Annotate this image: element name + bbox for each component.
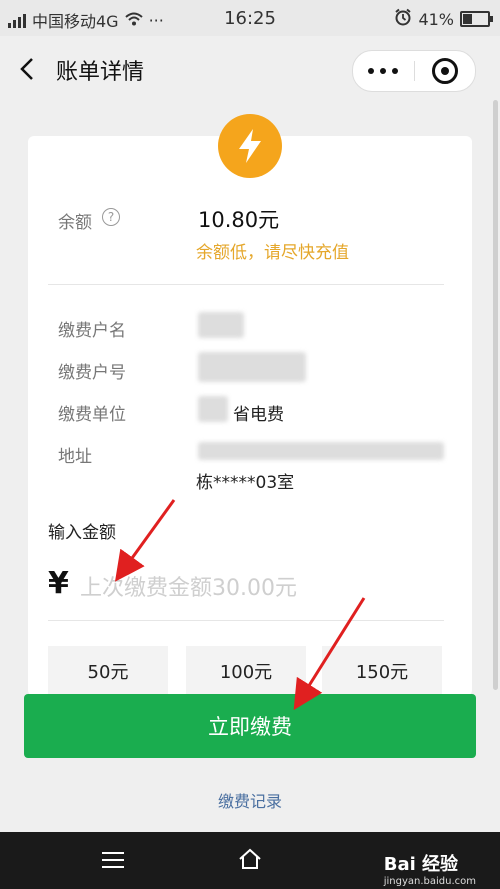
redacted-address	[198, 442, 444, 460]
status-bar: 中国移动4G ··· 16:25 41%	[0, 0, 500, 36]
menu-icon[interactable]	[102, 852, 124, 868]
payment-unit-label: 缴费单位	[58, 405, 126, 425]
system-nav-bar: Bai 经验 jingyan.baidu.com	[0, 832, 500, 889]
amount-input[interactable]: 上次缴费金额30.00元	[80, 570, 297, 602]
alarm-icon	[394, 8, 412, 30]
input-underline	[48, 620, 444, 621]
target-close-icon[interactable]	[415, 51, 476, 91]
redacted-account-number	[198, 352, 306, 382]
battery-level	[463, 14, 473, 24]
address-value: 栋*****03室	[196, 473, 295, 493]
input-amount-label: 输入金额	[48, 523, 116, 543]
low-balance-tip: 余额低，请尽快充值	[196, 243, 349, 263]
help-icon[interactable]: ?	[102, 208, 120, 226]
lightning-icon	[218, 114, 282, 178]
nav-bar: 账单详情	[0, 36, 500, 102]
account-name-label: 缴费户名	[58, 321, 126, 341]
section-divider	[48, 284, 444, 285]
account-number-label: 缴费户号	[58, 363, 126, 383]
balance-label: 余额	[58, 213, 92, 233]
pay-now-button[interactable]: 立即缴费	[24, 694, 476, 758]
redacted-account-name	[198, 312, 244, 338]
status-right: 41%	[394, 8, 493, 30]
payment-record-link[interactable]: 缴费记录	[0, 788, 500, 812]
mini-program-capsule	[352, 50, 476, 92]
currency-symbol: ¥	[48, 566, 69, 601]
payment-unit-value: 省电费	[233, 405, 284, 425]
amount-option-100[interactable]: 100元	[186, 646, 306, 696]
page-title: 账单详情	[56, 60, 145, 85]
watermark-brand: Bai 经验	[383, 854, 459, 875]
chevron-left-icon[interactable]	[14, 54, 44, 84]
redacted-province	[198, 396, 228, 422]
balance-value: 10.80元	[198, 208, 280, 232]
home-icon[interactable]	[238, 848, 262, 870]
battery-percent: 41%	[418, 9, 454, 29]
more-dots-icon[interactable]	[353, 51, 414, 91]
baidu-watermark: Bai 经验 jingyan.baidu.com	[384, 850, 476, 887]
watermark-url: jingyan.baidu.com	[383, 876, 476, 887]
battery-icon	[460, 11, 493, 27]
amount-option-50[interactable]: 50元	[48, 646, 168, 696]
scrollbar[interactable]	[493, 100, 498, 690]
amount-option-150[interactable]: 150元	[322, 646, 442, 696]
address-label: 地址	[58, 447, 92, 467]
